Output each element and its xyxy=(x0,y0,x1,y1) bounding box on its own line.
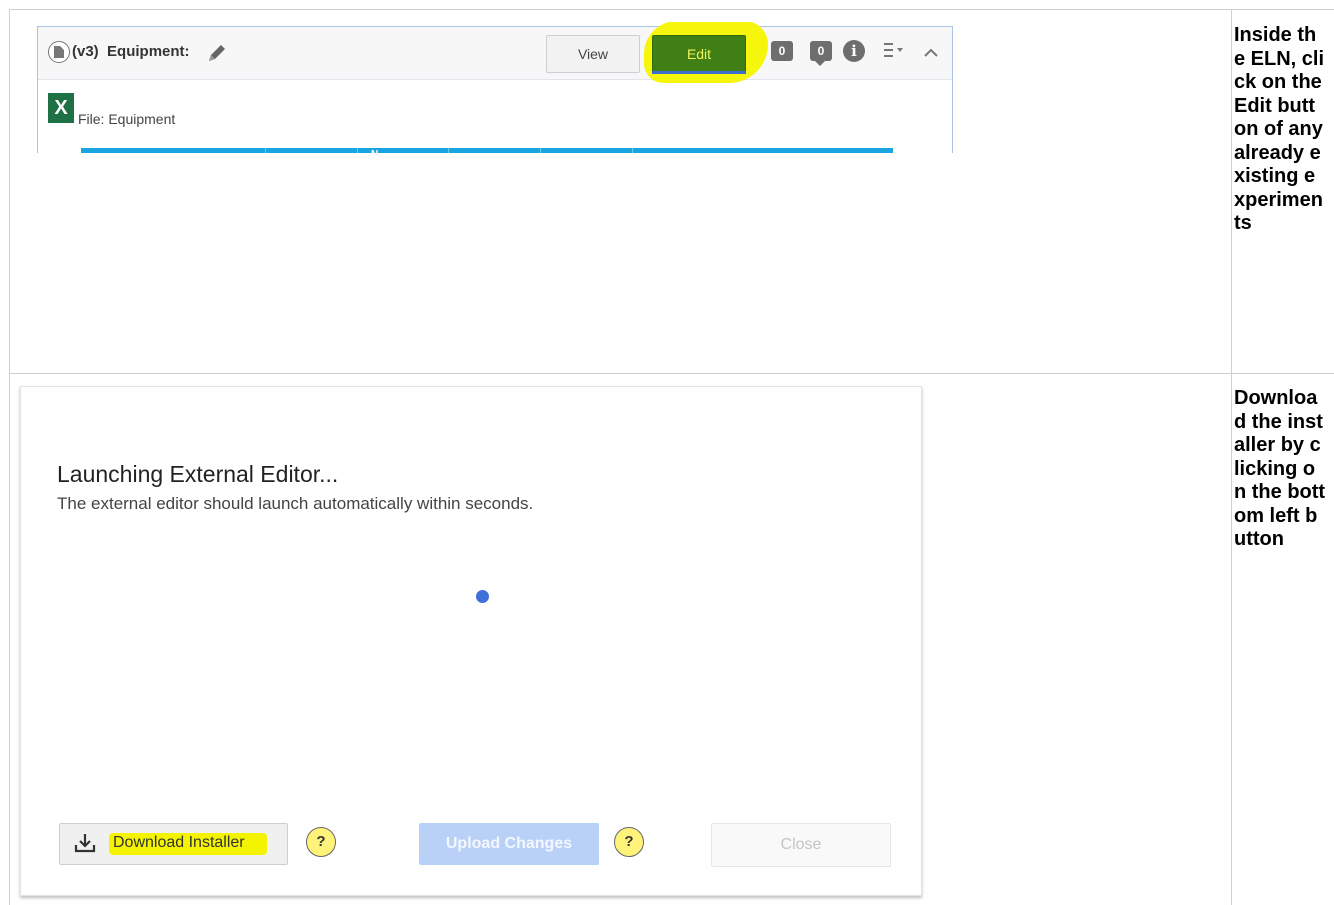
loading-spinner xyxy=(476,590,489,603)
menu-icon[interactable] xyxy=(884,42,908,63)
dialog-message: The external editor should launch automa… xyxy=(57,494,534,513)
table-column-line xyxy=(357,148,358,153)
panel-version: (v3) xyxy=(72,43,99,60)
table-border-left xyxy=(9,9,10,905)
table-column-line xyxy=(632,148,633,153)
dialog-title: Launching External Editor... xyxy=(57,461,339,487)
comments-badge[interactable]: 0 xyxy=(810,41,832,66)
download-icon xyxy=(74,833,96,858)
upload-changes-button[interactable]: Upload Changes xyxy=(419,823,599,865)
table-border-top xyxy=(9,9,1334,10)
table-header-fragment: N xyxy=(371,149,378,153)
eln-panel-screenshot: (v3) Equipment: View Edit 0 0 i X File: … xyxy=(20,22,983,153)
document-icon xyxy=(48,41,70,63)
view-button[interactable]: View xyxy=(546,35,640,73)
experiment-panel: (v3) Equipment: View Edit 0 0 i X File: … xyxy=(37,22,953,153)
step1-instruction: Inside the ELN, click on the Edit button… xyxy=(1234,24,1325,234)
external-editor-dialog: Launching External Editor... The externa… xyxy=(20,386,922,896)
download-installer-button[interactable]: Download Installer xyxy=(59,823,288,865)
step2-instruction: Download the installer by clicking on th… xyxy=(1234,387,1326,550)
download-help-icon[interactable]: ? xyxy=(306,827,336,857)
table-column-line xyxy=(448,148,449,153)
panel-header: (v3) Equipment: View Edit 0 0 i xyxy=(38,22,952,83)
edit-button[interactable]: Edit xyxy=(652,35,746,74)
table-row-divider xyxy=(9,373,1334,374)
download-installer-label: Download Installer xyxy=(113,834,245,851)
excel-icon: X xyxy=(48,93,74,123)
pencil-icon[interactable] xyxy=(206,42,228,69)
panel-name: Equipment: xyxy=(107,43,190,60)
table-column-divider xyxy=(1231,9,1232,905)
file-label: File: Equipment xyxy=(78,111,176,127)
spreadsheet-preview: N xyxy=(81,148,893,153)
collapse-icon[interactable] xyxy=(924,45,938,63)
upload-help-icon[interactable]: ? xyxy=(614,827,644,857)
close-button[interactable]: Close xyxy=(711,823,891,867)
table-column-line xyxy=(540,148,541,153)
info-icon[interactable]: i xyxy=(843,40,865,62)
attachments-badge[interactable]: 0 xyxy=(771,41,793,61)
panel-title: (v3) Equipment: xyxy=(72,43,190,60)
table-column-line xyxy=(265,148,266,153)
